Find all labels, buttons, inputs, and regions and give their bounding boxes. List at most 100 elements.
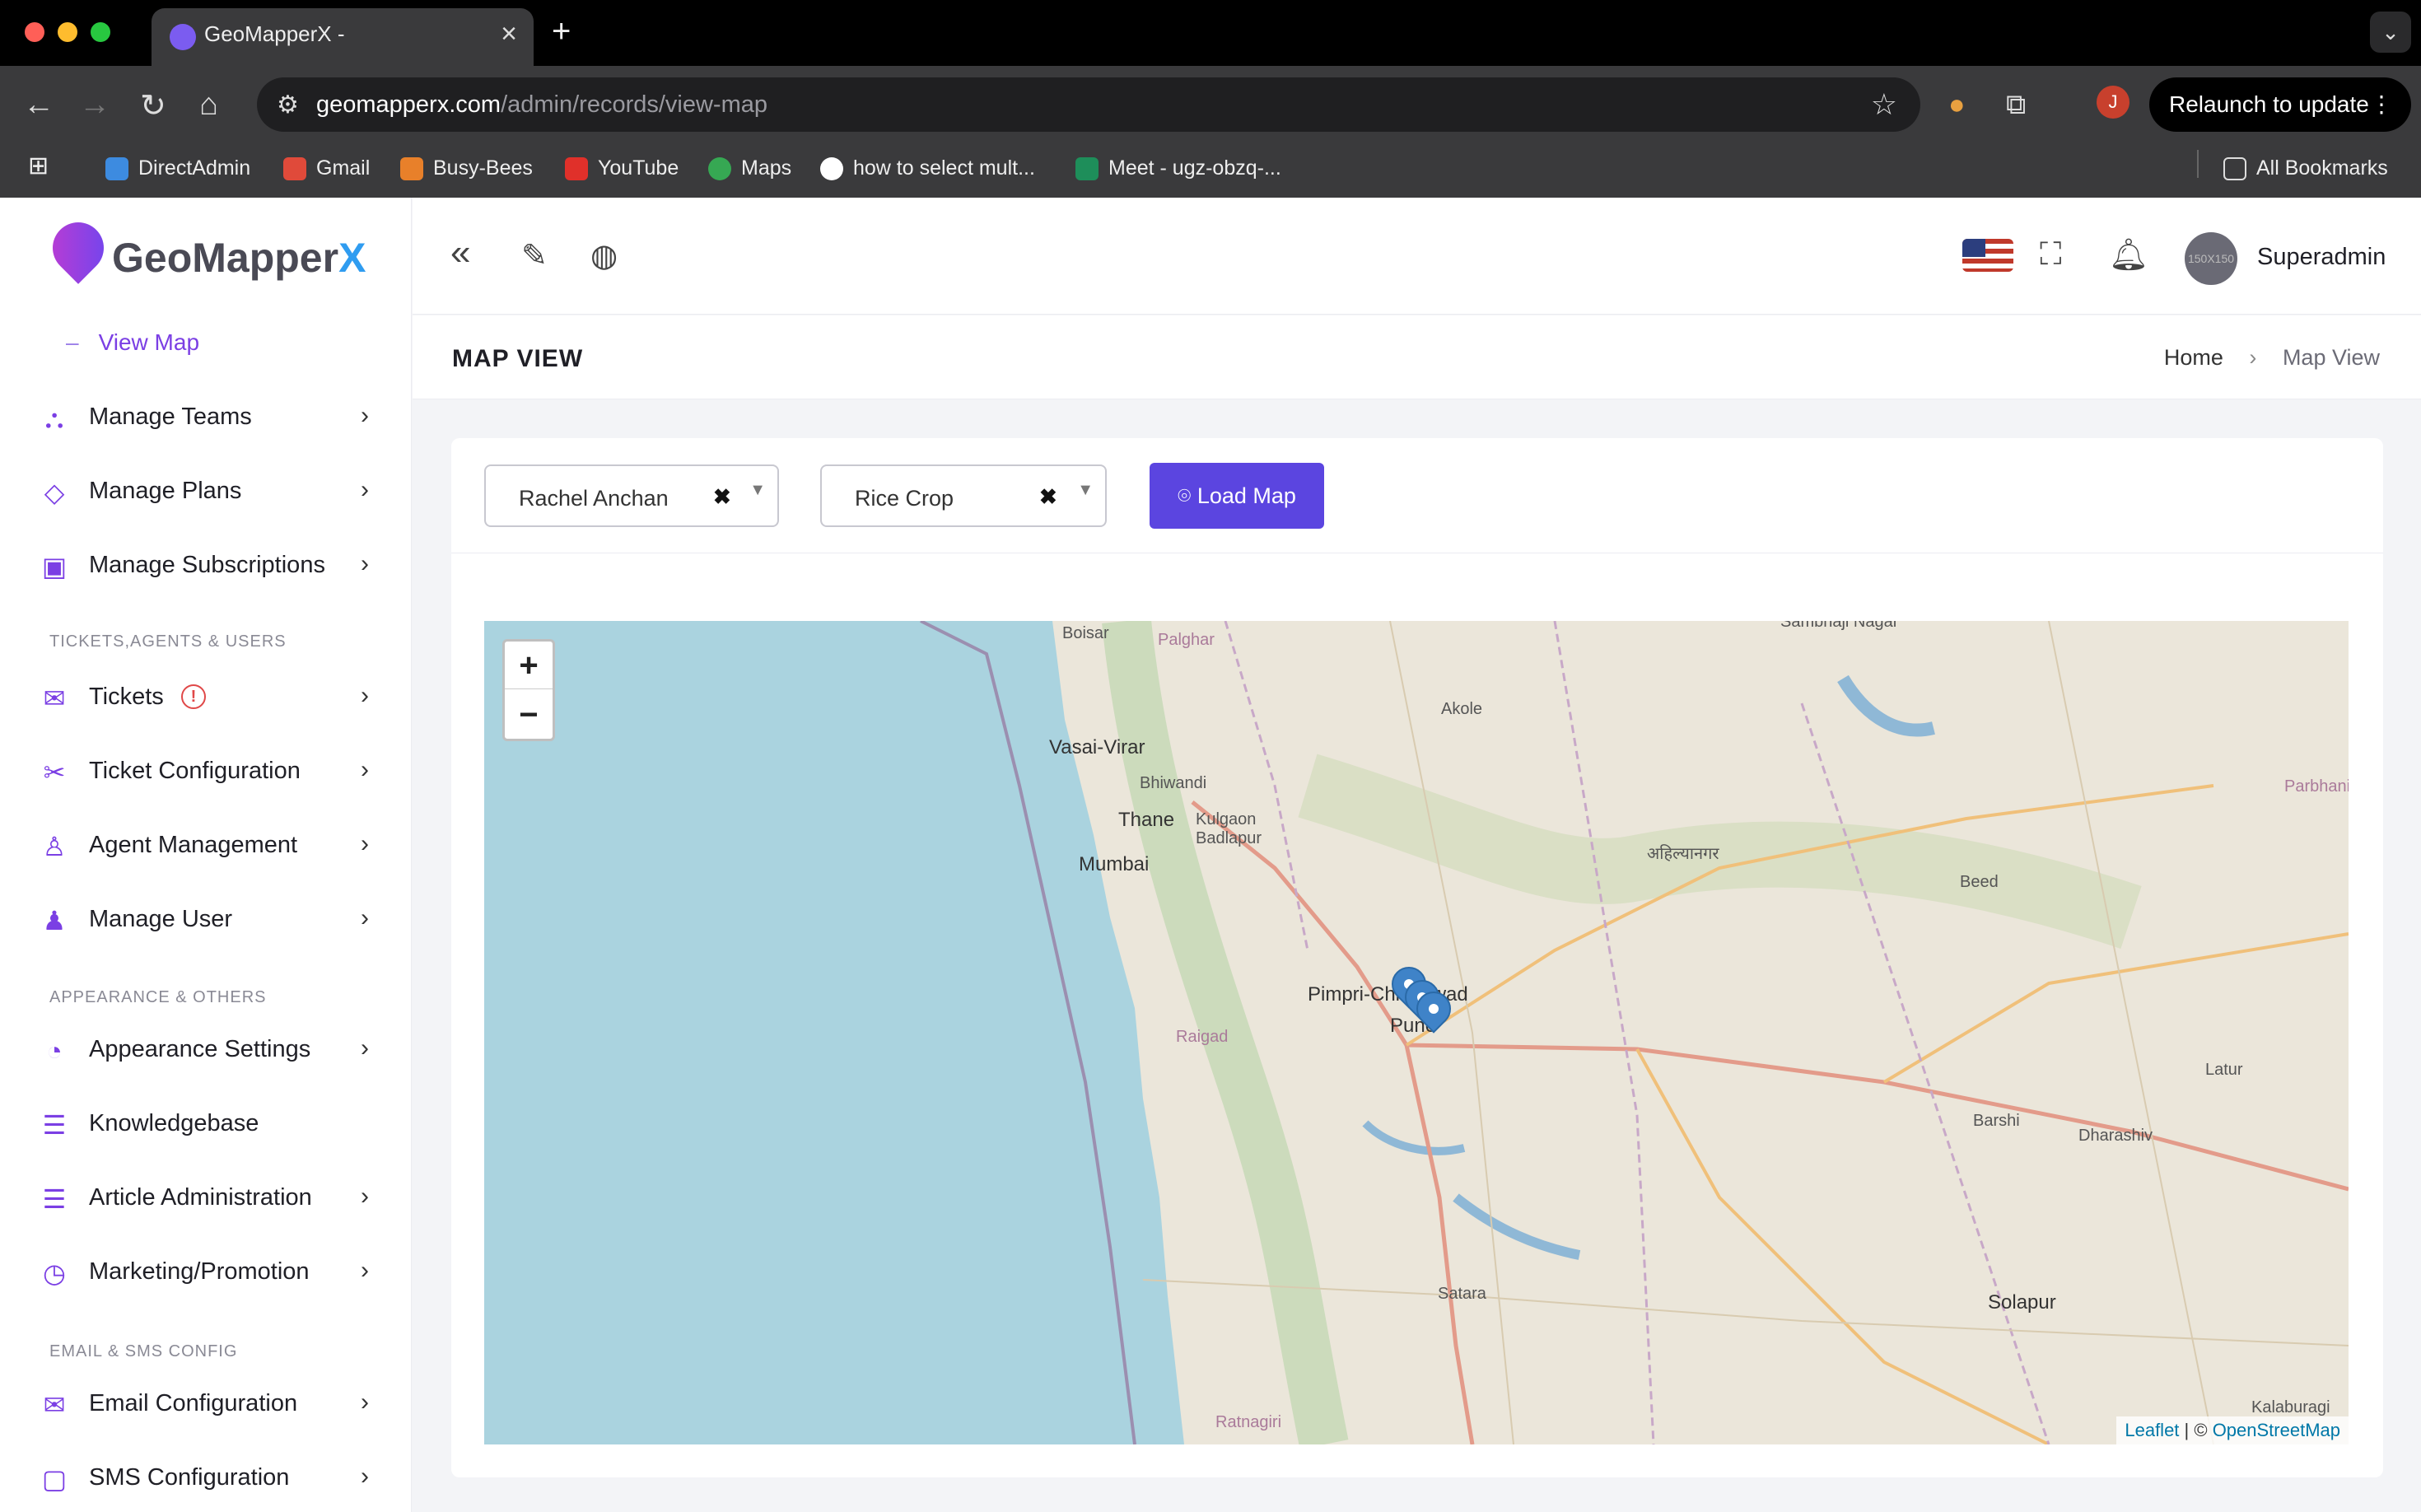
zoom-in-button[interactable]: + <box>505 642 553 689</box>
sidebar-item-ticket-configuration[interactable]: ✂ Ticket Configuration › <box>40 746 369 796</box>
reload-icon[interactable]: ↻ <box>140 87 166 124</box>
page-title: MAP VIEW <box>452 345 584 372</box>
sidebar-item-manage-user[interactable]: ♟ Manage User › <box>40 894 369 944</box>
collapse-sidebar-icon[interactable]: « <box>450 232 470 273</box>
bookmark-meet[interactable]: Meet - ugz-obzq-... <box>1075 156 1281 181</box>
map-card: Rachel Anchan ✖ ▼ Rice Crop ✖ ▼ ⌾ Load M… <box>451 438 2383 1477</box>
load-map-button[interactable]: ⌾ Load Map <box>1150 463 1324 529</box>
home-icon[interactable]: ⌂ <box>199 87 218 123</box>
sidebar-item-label: Agent Management <box>89 832 298 858</box>
leaflet-link[interactable]: Leaflet <box>2125 1420 2179 1440</box>
bookmark-busy-bees[interactable]: Busy-Bees <box>400 156 533 181</box>
user-select[interactable]: Rachel Anchan ✖ ▼ <box>484 464 779 527</box>
browser-tabstrip: GeoMapperX - × + ⌄ <box>0 0 2421 66</box>
directadmin-icon <box>105 157 128 181</box>
app-logo[interactable]: GeoMapperX <box>42 212 366 288</box>
extensions-puzzle-icon[interactable]: ⧉ <box>2006 89 2026 121</box>
url-text[interactable]: geomapperx.com/admin/records/view-map <box>316 91 767 119</box>
browser-toolbar: ← → ↻ ⌂ ⚙ geomapperx.com/admin/records/v… <box>0 66 2421 198</box>
sidebar-subitem-view-map[interactable]: View Map <box>66 329 199 356</box>
clear-crop-icon[interactable]: ✖ <box>1039 484 1057 510</box>
bookmark-star-icon[interactable]: ☆ <box>1871 87 1897 122</box>
map-label: Kulgaon Badlapur <box>1196 810 1262 847</box>
sidebar-item-marketing-promotion[interactable]: ◷ Marketing/Promotion › <box>40 1247 369 1296</box>
map-label: Dharashiv <box>2078 1127 2153 1145</box>
bookmark-maps[interactable]: Maps <box>708 156 791 181</box>
sidebar-item-label: Knowledgebase <box>89 1110 259 1136</box>
osm-link[interactable]: OpenStreetMap <box>2213 1420 2340 1440</box>
bell-icon[interactable]: 🔔︎ <box>2109 237 2148 273</box>
us-flag-icon[interactable] <box>1962 239 2013 272</box>
sidebar-item-label: Article Administration <box>89 1184 312 1211</box>
sidebar-item-email-configuration[interactable]: ✉ Email Configuration › <box>40 1379 369 1428</box>
apps-grid-icon[interactable]: ⊞ <box>28 152 49 180</box>
page-title-bar: MAP VIEW Home › Map View <box>413 315 2421 399</box>
users-icon: ♟ <box>42 906 67 936</box>
sidebar-item-label: Manage Teams <box>89 404 252 430</box>
close-window-button[interactable] <box>25 22 44 42</box>
bookmarks-bar: ⊞ DirectAdmin Gmail Busy-Bees YouTube Ma… <box>0 145 2421 191</box>
sidebar: GeoMapperX View Map ⛬ Manage Teams › ◇ M… <box>0 198 412 1512</box>
sidebar-item-agent-management[interactable]: ♙ Agent Management › <box>40 820 369 870</box>
sidebar-item-appearance-settings[interactable]: ◔ Appearance Settings › <box>40 1024 369 1074</box>
zoom-out-button[interactable]: − <box>505 691 553 739</box>
sidebar-item-manage-subscriptions[interactable]: ▣ Manage Subscriptions › <box>40 540 369 590</box>
minimize-window-button[interactable] <box>58 22 77 42</box>
extension-icon[interactable]: ● <box>1948 89 1966 121</box>
map-label: Vasai-Virar <box>1049 736 1145 758</box>
map-label: Palghar <box>1158 631 1215 649</box>
relaunch-button[interactable]: Relaunch to update ⋮ <box>2149 77 2411 132</box>
folder-icon <box>2223 157 2246 181</box>
teams-icon: ⛬ <box>44 404 64 433</box>
sidebar-item-knowledgebase[interactable]: ☰ Knowledgebase <box>40 1099 369 1148</box>
sidebar-item-manage-teams[interactable]: ⛬ Manage Teams › <box>40 392 369 441</box>
tab-favicon-icon <box>170 24 196 50</box>
sidebar-item-tickets[interactable]: ✉ Tickets ! › <box>40 672 369 721</box>
fullscreen-icon[interactable]: ⛶ <box>2040 237 2062 273</box>
chevron-right-icon: › <box>361 904 369 931</box>
map-label: अहिल्यानगर <box>1647 845 1719 863</box>
forward-icon[interactable]: → <box>79 87 110 123</box>
avatar[interactable]: 150X150 <box>2185 232 2237 285</box>
palette-icon: ◔ <box>46 1036 63 1066</box>
map-label: Boisar <box>1062 624 1109 642</box>
filter-bar: Rachel Anchan ✖ ▼ Rice Crop ✖ ▼ ⌾ Load M… <box>451 438 2383 553</box>
sidebar-item-article-administration[interactable]: ☰ Article Administration › <box>40 1173 369 1222</box>
bookmark-directadmin[interactable]: DirectAdmin <box>105 156 250 181</box>
chevron-right-icon: › <box>361 756 369 783</box>
back-icon[interactable]: ← <box>23 87 54 123</box>
maximize-window-button[interactable] <box>91 22 110 42</box>
clear-user-icon[interactable]: ✖ <box>713 484 731 510</box>
tab-title: GeoMapperX - <box>204 21 345 46</box>
profile-avatar[interactable]: J <box>2097 86 2129 119</box>
document-icon: ☰ <box>42 1110 67 1140</box>
breadcrumb-home[interactable]: Home <box>2164 345 2223 370</box>
breadcrumb: Home › Map View <box>2164 345 2380 371</box>
brush-icon[interactable]: ✎ <box>521 237 548 274</box>
section-heading: TICKETS,AGENTS & USERS <box>49 632 287 651</box>
sidebar-item-manage-plans[interactable]: ◇ Manage Plans › <box>40 466 369 516</box>
breadcrumb-current: Map View <box>2282 345 2380 370</box>
tab-close-icon[interactable]: × <box>501 18 517 50</box>
browser-tab[interactable]: GeoMapperX - × <box>152 8 534 66</box>
bookmark-youtube[interactable]: YouTube <box>565 156 679 181</box>
chevron-right-icon: › <box>361 682 369 709</box>
all-bookmarks[interactable]: All Bookmarks <box>2223 156 2388 181</box>
attribution-separator: | © <box>2179 1420 2213 1440</box>
section-heading: APPEARANCE & OTHERS <box>49 988 267 1006</box>
new-tab-icon[interactable]: + <box>552 13 571 50</box>
globe-icon[interactable]: ◍ <box>590 237 618 274</box>
crop-select[interactable]: Rice Crop ✖ ▼ <box>820 464 1107 527</box>
bookmark-gmail[interactable]: Gmail <box>283 156 370 181</box>
address-bar[interactable]: ⚙ geomapperx.com/admin/records/view-map … <box>257 77 1920 132</box>
map-view[interactable]: Boisar Palghar Vasai-Virar Bhiwandi Than… <box>484 621 2349 1444</box>
sidebar-item-label: Email Configuration <box>89 1390 298 1416</box>
site-info-icon[interactable]: ⚙ <box>277 91 299 119</box>
sidebar-item-label: Manage Subscriptions <box>89 552 325 578</box>
section-heading: EMAIL & SMS CONFIG <box>49 1342 238 1360</box>
tab-search-icon[interactable]: ⌄ <box>2370 12 2411 53</box>
user-name[interactable]: Superadmin <box>2257 244 2386 271</box>
sidebar-item-sms-configuration[interactable]: ▢ SMS Configuration › <box>40 1453 369 1502</box>
bookmark-google-search[interactable]: how to select mult... <box>820 156 1035 181</box>
dropdown-caret-icon: ▼ <box>1077 481 1094 499</box>
